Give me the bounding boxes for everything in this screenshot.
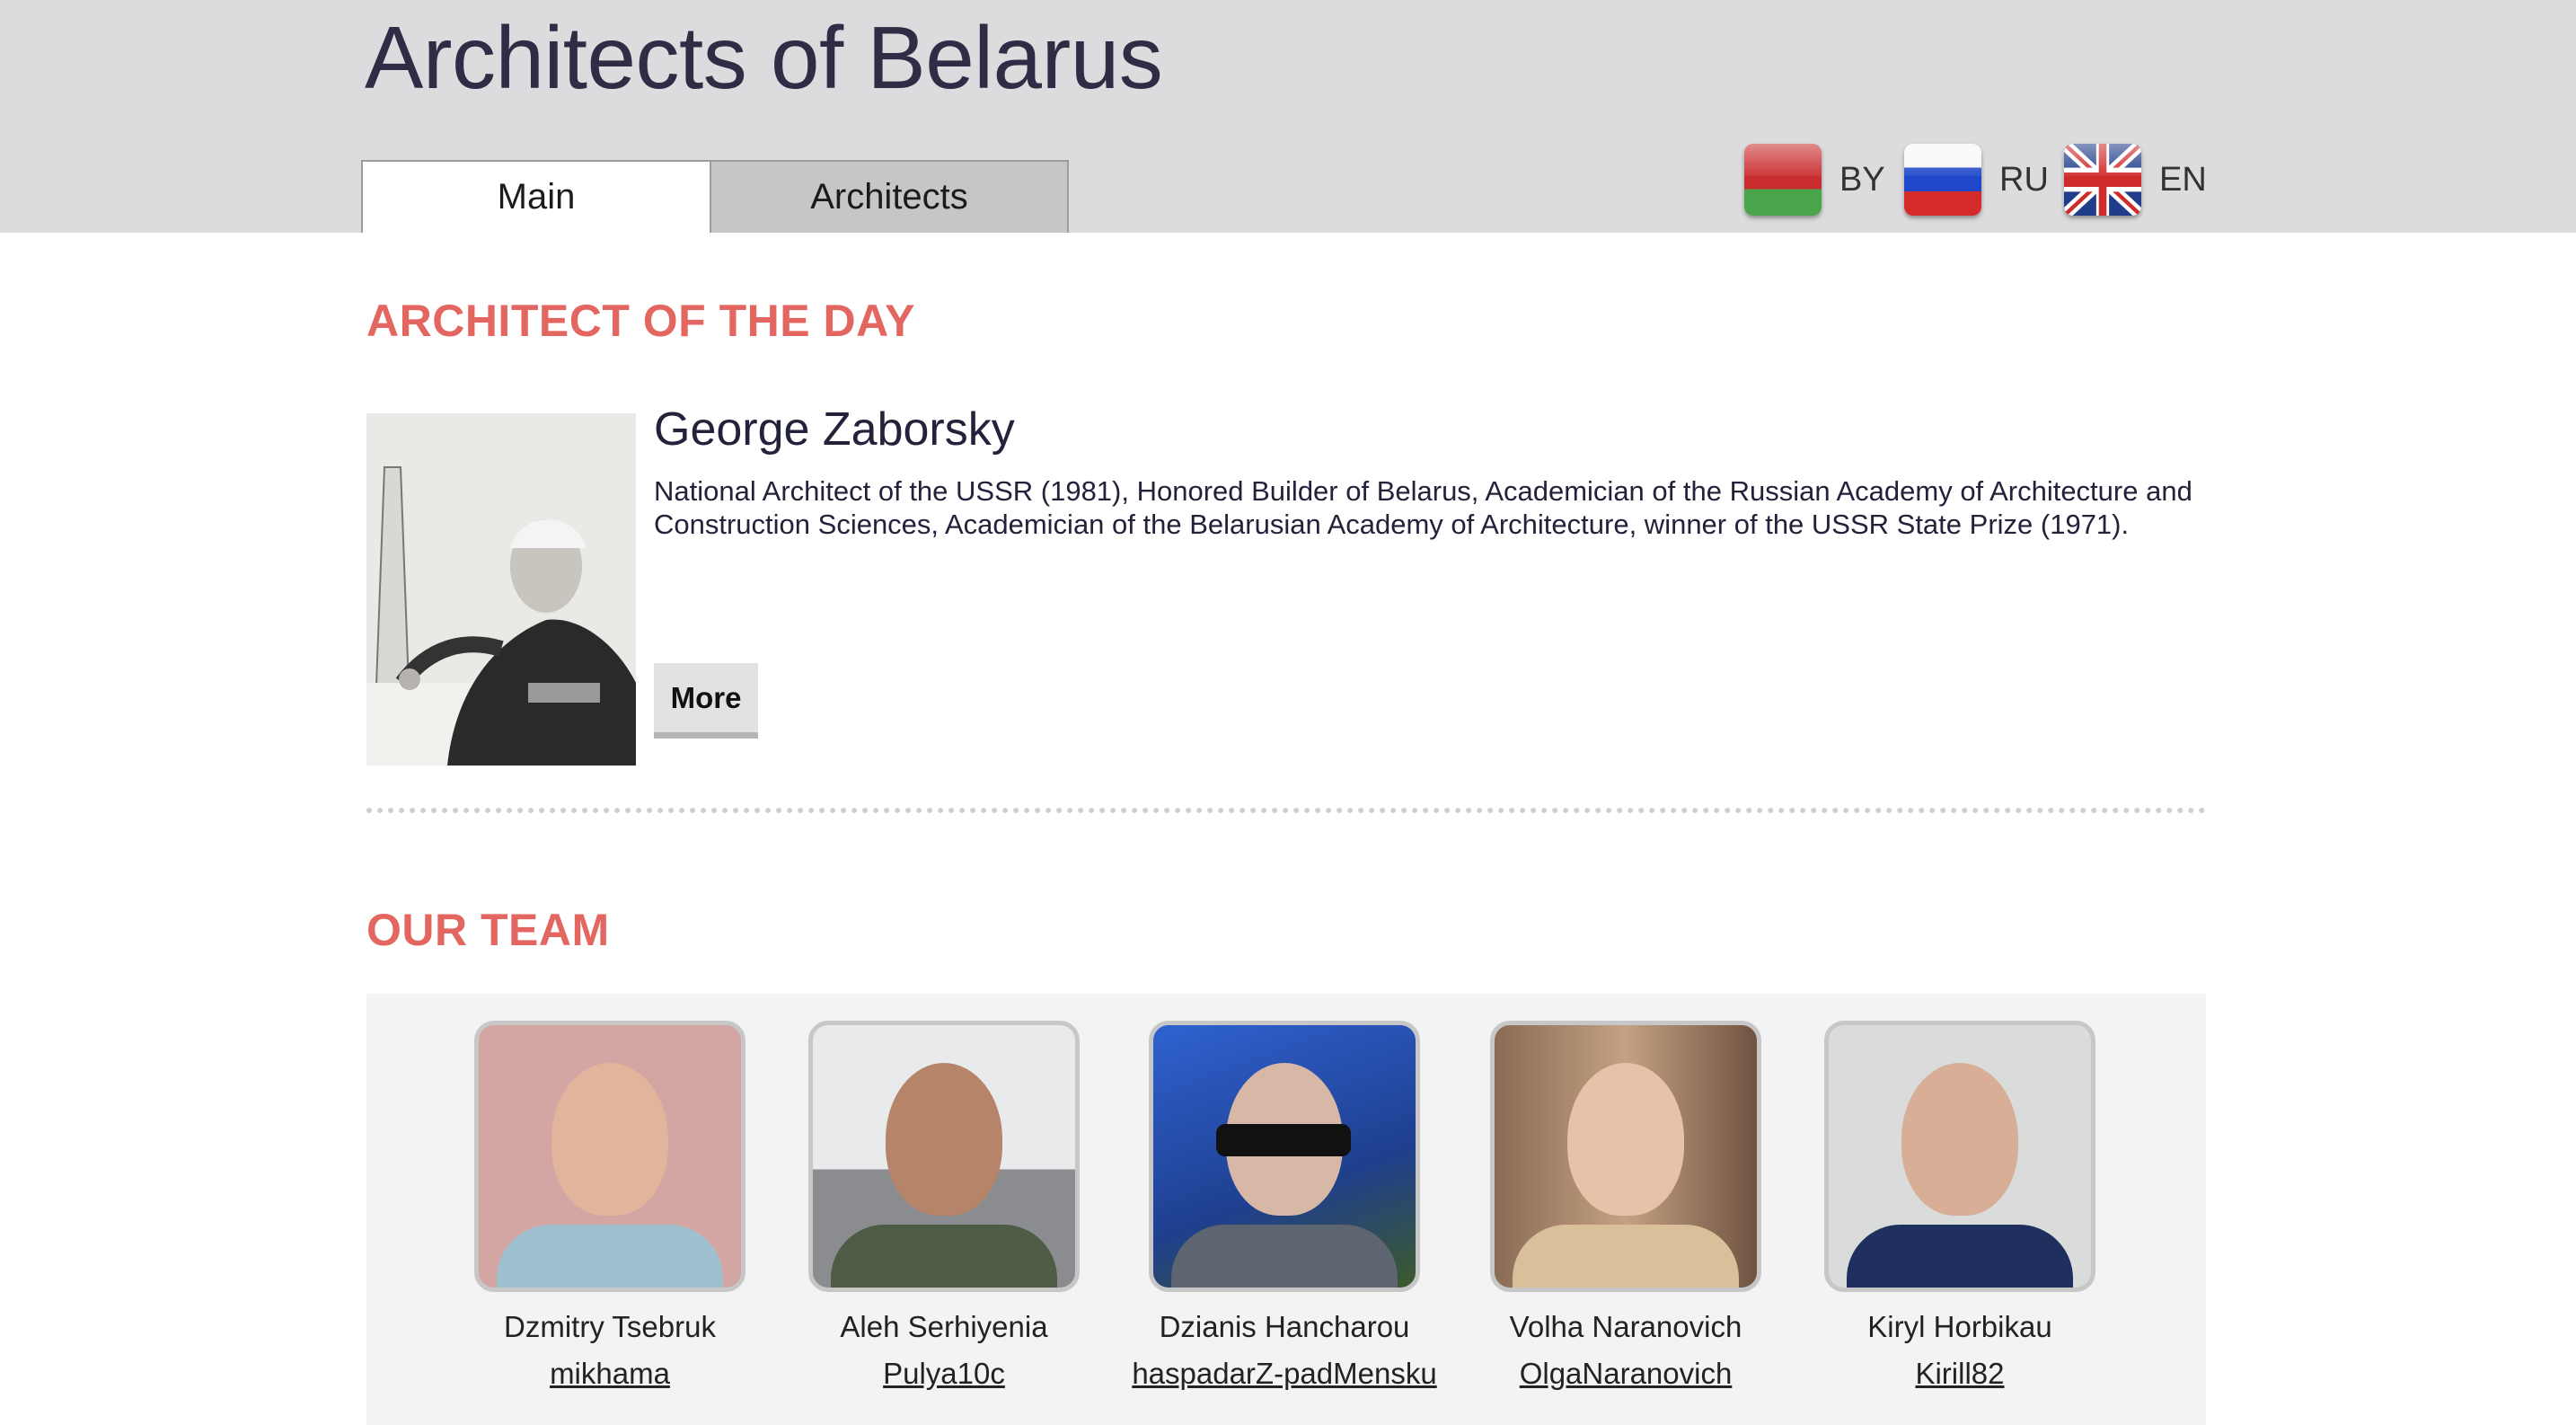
member-photo bbox=[1149, 1021, 1420, 1292]
team-member: Volha Naranovich OlgaNaranovich bbox=[1473, 1021, 1778, 1391]
architect-of-the-day-heading: ARCHITECT OF THE DAY bbox=[366, 296, 915, 346]
site-header: Architects of Belarus Main Architects BY… bbox=[0, 0, 2576, 233]
belarus-flag-icon bbox=[1744, 144, 1822, 216]
language-by-label: BY bbox=[1839, 160, 1885, 199]
site-title: Architects of Belarus bbox=[365, 8, 1163, 107]
architect-photo bbox=[366, 413, 636, 766]
member-github-link[interactable]: haspadarZ-padMensku bbox=[1132, 1357, 1436, 1391]
member-github-link[interactable]: OlgaNaranovich bbox=[1520, 1357, 1733, 1391]
uk-flag-icon bbox=[2064, 144, 2141, 216]
russia-flag-icon bbox=[1904, 144, 1981, 216]
our-team-heading: OUR TEAM bbox=[366, 905, 610, 955]
member-github-link[interactable]: Kirill82 bbox=[1915, 1357, 2004, 1391]
member-name: Aleh Serhiyenia bbox=[840, 1310, 1048, 1343]
team-member: Aleh Serhiyenia Pulya10c bbox=[791, 1021, 1097, 1391]
team-member: Dzianis Hancharou haspadarZ-padMensku bbox=[1132, 1021, 1437, 1391]
language-en-link[interactable]: EN bbox=[2064, 139, 2207, 220]
member-name: Volha Naranovich bbox=[1509, 1310, 1742, 1343]
more-button[interactable]: More bbox=[654, 663, 758, 739]
language-by-link[interactable]: BY bbox=[1744, 139, 1885, 220]
architect-description: National Architect of the USSR (1981), H… bbox=[654, 475, 2192, 540]
member-photo bbox=[474, 1021, 745, 1292]
section-divider bbox=[366, 808, 2206, 813]
member-github-link[interactable]: Pulya10c bbox=[883, 1357, 1005, 1391]
member-github-link[interactable]: mikhama bbox=[550, 1357, 670, 1391]
language-ru-label: RU bbox=[1999, 160, 2049, 199]
team-member: Dzmitry Tsebruk mikhama bbox=[457, 1021, 763, 1391]
team-panel: Dzmitry Tsebruk mikhama Aleh Serhiyenia … bbox=[366, 994, 2206, 1425]
language-en-label: EN bbox=[2159, 160, 2207, 199]
member-name: Dzianis Hancharou bbox=[1159, 1310, 1410, 1343]
tab-architects[interactable]: Architects bbox=[710, 160, 1069, 233]
language-ru-link[interactable]: RU bbox=[1904, 139, 2049, 220]
tab-main[interactable]: Main bbox=[361, 160, 711, 233]
member-photo bbox=[808, 1021, 1080, 1292]
member-photo bbox=[1824, 1021, 2095, 1292]
member-name: Kiryl Horbikau bbox=[1867, 1310, 2052, 1343]
member-photo bbox=[1490, 1021, 1761, 1292]
architect-name: George Zaborsky bbox=[654, 403, 1015, 456]
team-member: Kiryl Horbikau Kirill82 bbox=[1807, 1021, 2113, 1391]
member-name: Dzmitry Tsebruk bbox=[504, 1310, 716, 1343]
